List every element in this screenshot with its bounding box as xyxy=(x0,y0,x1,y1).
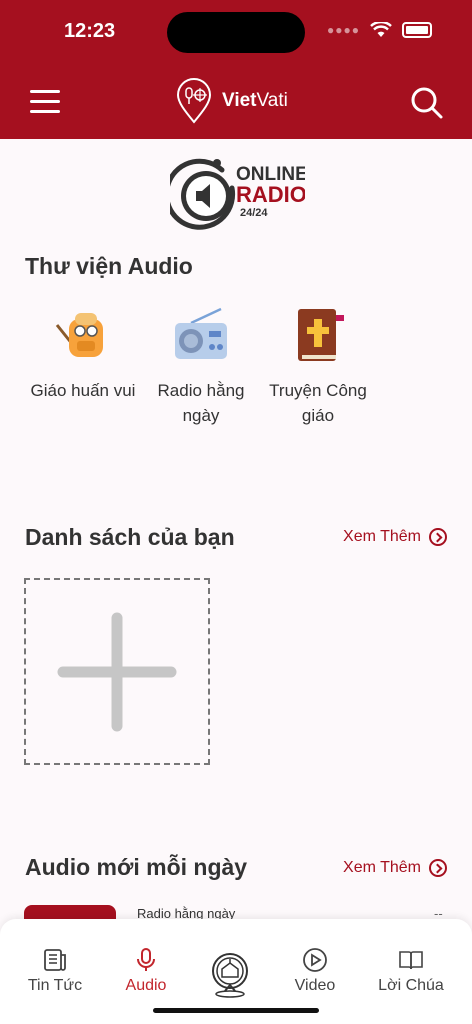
tab-loi-chua[interactable]: Lời Chúa xyxy=(371,947,451,995)
library-item-label: Radio hằng ngày xyxy=(157,381,245,425)
signal-icon: ●●●● xyxy=(327,23,360,37)
home-indicator xyxy=(153,1008,319,1013)
dynamic-island xyxy=(167,12,305,53)
logo-pin-icon xyxy=(176,78,212,124)
bible-icon xyxy=(298,309,344,361)
playlist-see-more-link[interactable]: Xem Thêm xyxy=(343,528,447,546)
tab-video[interactable]: Video xyxy=(275,947,355,995)
status-icons: ●●●● xyxy=(327,22,432,38)
status-time: 12:23 xyxy=(64,20,116,42)
tab-church-locator[interactable] xyxy=(190,951,270,1003)
see-more-label: Xem Thêm xyxy=(343,859,421,876)
search-button[interactable] xyxy=(410,86,444,125)
svg-text:RADIO: RADIO xyxy=(236,182,305,207)
backpack-icon xyxy=(55,313,103,357)
tab-label: Video xyxy=(294,977,336,994)
add-playlist-button[interactable] xyxy=(24,578,210,765)
plus-icon xyxy=(57,612,177,732)
library-item-giao-huan-vui[interactable]: Giáo huấn vui xyxy=(23,305,143,403)
online-radio-button[interactable]: ONLINE RADIO 24/24 xyxy=(164,158,308,233)
chevron-right-circle-icon xyxy=(429,859,447,877)
brand-name: VietVati xyxy=(222,90,288,111)
library-item-truyen-cong-giao[interactable]: Truyện Công giáo xyxy=(258,305,378,428)
app-logo: VietVati xyxy=(176,78,288,124)
search-icon xyxy=(411,87,443,119)
svg-text:24/24: 24/24 xyxy=(240,207,268,219)
play-circle-icon xyxy=(303,948,327,972)
tab-audio[interactable]: Audio xyxy=(106,947,186,995)
chevron-right-circle-icon xyxy=(429,528,447,546)
wifi-icon xyxy=(370,22,392,37)
library-title: Thư viện Audio xyxy=(25,253,193,279)
tab-label: Tin Tức xyxy=(27,977,83,994)
church-pin-icon xyxy=(212,953,248,998)
online-radio-logo: ONLINE RADIO 24/24 xyxy=(164,158,308,230)
tab-label: Lời Chúa xyxy=(378,977,444,994)
app-header: 12:23 ●●●● VietVati xyxy=(0,0,472,139)
microphone-icon xyxy=(137,948,155,971)
menu-button[interactable] xyxy=(30,90,60,114)
library-item-radio-hang-ngay[interactable]: Radio hằng ngày xyxy=(141,305,261,428)
battery-icon xyxy=(402,22,432,38)
library-item-label: Giáo huấn vui xyxy=(30,381,136,400)
daily-audio-title: Audio mới mỗi ngày xyxy=(25,854,248,880)
book-icon xyxy=(399,951,423,970)
playlist-title: Danh sách của bạn xyxy=(25,524,235,550)
news-icon xyxy=(44,949,66,971)
tab-tin-tuc[interactable]: Tin Tức xyxy=(15,947,95,995)
see-more-label: Xem Thêm xyxy=(343,528,421,545)
library-item-label: Truyện Công giáo xyxy=(269,381,367,425)
daily-see-more-link[interactable]: Xem Thêm xyxy=(343,859,447,877)
radio-icon xyxy=(175,307,227,359)
tab-label: Audio xyxy=(125,977,167,994)
